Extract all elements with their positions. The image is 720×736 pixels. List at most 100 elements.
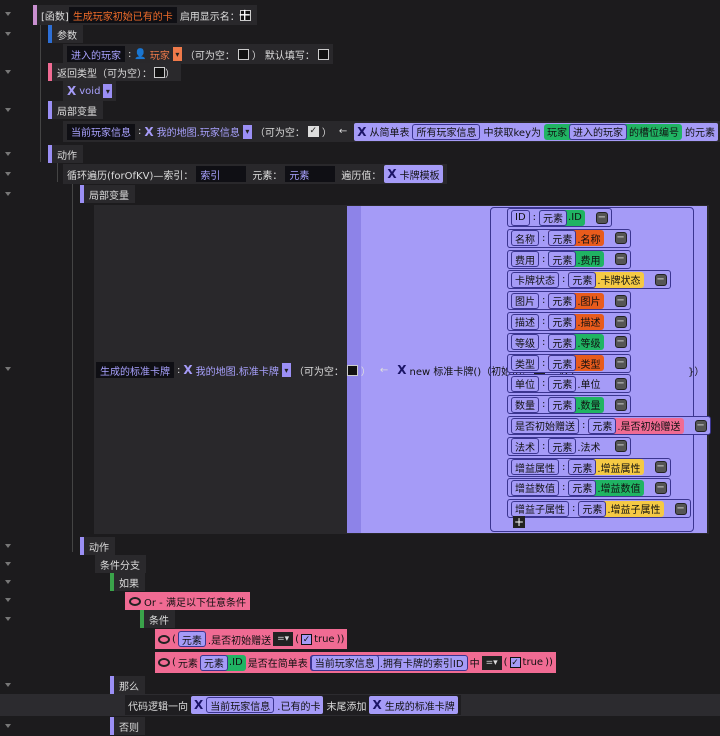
field-value[interactable]: 元素 .图片 — [548, 292, 604, 309]
remove-field-icon[interactable]: − — [614, 253, 627, 266]
collapse-icon[interactable] — [5, 108, 11, 112]
remove-field-icon[interactable]: − — [614, 357, 627, 370]
collapse-icon[interactable] — [5, 544, 11, 548]
obj-ref[interactable]: 元素 — [539, 209, 568, 226]
field-value[interactable]: 元素 .名称 — [548, 230, 604, 247]
remove-field-icon[interactable]: − — [614, 232, 627, 245]
true-checkbox[interactable]: ✓ — [509, 657, 521, 668]
elem-input[interactable]: 元素 — [285, 166, 336, 182]
field-value[interactable]: 元素 .描述 — [548, 313, 604, 330]
field-key[interactable]: 名称 — [511, 230, 539, 247]
obj-ref[interactable]: 元素 — [548, 313, 577, 330]
field-key[interactable]: 图片 — [511, 292, 539, 309]
remove-field-icon[interactable]: − — [614, 440, 627, 453]
collapse-icon[interactable] — [5, 12, 11, 16]
table-get-expr[interactable]: X 从简单表 所有玩家信息 中获取key为 玩家 进入的玩家 的槽位编号 的元素 — [354, 122, 718, 141]
params-section[interactable]: 参数 — [48, 25, 83, 43]
field-value[interactable]: 元素 .类型 — [548, 355, 604, 372]
chevron-down-icon[interactable]: ▾ — [281, 363, 291, 377]
chevron-down-icon[interactable]: ▾ — [242, 124, 252, 139]
default-checkbox[interactable] — [317, 48, 329, 60]
param-name[interactable]: 进入的玩家 — [67, 46, 125, 62]
field-key[interactable]: ID — [511, 209, 530, 226]
obj-ref[interactable]: 元素 — [548, 438, 577, 455]
field-value[interactable]: 元素 .是否初始赠送 — [588, 417, 684, 434]
eye-icon[interactable] — [129, 596, 141, 606]
remove-field-icon[interactable]: − — [614, 398, 627, 411]
else-section[interactable]: 否则 — [110, 717, 145, 735]
field-value[interactable]: 元素 .单位 — [548, 375, 604, 392]
collapse-icon[interactable] — [5, 367, 11, 371]
add-button[interactable]: + — [238, 5, 251, 24]
nullable-checkbox[interactable]: ✓ — [307, 126, 319, 137]
append-statement[interactable]: 代码逻辑一向 X 当前玩家信息 .已有的卡 末尾添加 X 生成的标准卡牌 — [125, 695, 461, 715]
remove-field-icon[interactable]: − — [654, 461, 667, 474]
loop-locals-section[interactable]: 局部变量 — [80, 185, 135, 203]
obj-ref[interactable]: 元素 — [548, 375, 577, 392]
obj-ref[interactable]: 元素 — [548, 292, 577, 309]
function-name[interactable]: 生成玩家初始已有的卡 — [68, 7, 177, 23]
remove-field-icon[interactable]: − — [614, 294, 627, 307]
obj-ref[interactable]: 当前玩家信息 — [206, 697, 275, 713]
field-value[interactable]: 元素 .卡牌状态 — [568, 271, 644, 288]
operator-select[interactable]: =▾ — [273, 632, 294, 646]
obj-ref[interactable]: 元素 — [568, 271, 597, 288]
eye-icon[interactable] — [158, 658, 170, 667]
collapse-icon[interactable] — [5, 580, 11, 584]
var-name[interactable]: 生成的标准卡牌 — [96, 362, 174, 378]
item-ref[interactable]: 生成的标准卡牌 — [385, 698, 455, 713]
field-key[interactable]: 增益属性 — [511, 459, 559, 476]
add-field-button[interactable]: + — [513, 515, 525, 529]
obj-ref[interactable]: 元素 — [548, 334, 577, 351]
if-section[interactable]: 如果 — [110, 573, 145, 591]
collapse-icon[interactable] — [5, 152, 11, 156]
nullable-checkbox[interactable] — [346, 364, 358, 376]
field-value[interactable]: 元素 .法术 — [548, 438, 604, 455]
table-ref[interactable]: 所有玩家信息 — [412, 123, 481, 140]
field-key[interactable]: 费用 — [511, 251, 539, 268]
field-key[interactable]: 法术 — [511, 438, 539, 455]
remove-field-icon[interactable]: − — [654, 481, 667, 494]
collapse-icon[interactable] — [5, 70, 11, 74]
field-key[interactable]: 类型 — [511, 355, 539, 372]
remove-field-icon[interactable]: − — [654, 273, 667, 286]
field-key[interactable]: 是否初始赠送 — [511, 417, 579, 434]
return-nullable-checkbox[interactable] — [154, 66, 165, 78]
field-value[interactable]: 元素 .ID — [539, 209, 585, 226]
operator-select[interactable]: =▾ — [481, 655, 502, 670]
player-var[interactable]: 进入的玩家 — [569, 123, 627, 140]
obj-ref[interactable]: 元素 — [177, 631, 206, 647]
remove-field-icon[interactable]: − — [694, 419, 707, 432]
remove-field-icon[interactable]: − — [614, 336, 627, 349]
field-key[interactable]: 等级 — [511, 334, 539, 351]
field-value[interactable]: 元素 .费用 — [548, 251, 604, 268]
condition-1[interactable]: ( 元素 .是否初始赠送 =▾ (✓ true)) — [155, 629, 348, 649]
obj-ref[interactable]: 元素 — [548, 396, 577, 413]
collapse-icon[interactable] — [5, 562, 11, 566]
collapse-icon[interactable] — [5, 32, 11, 36]
field-key[interactable]: 单位 — [511, 375, 539, 392]
obj-ref[interactable]: 元素 — [568, 459, 597, 476]
field-value[interactable]: 元素 .等级 — [548, 334, 604, 351]
collapse-icon[interactable] — [5, 598, 11, 602]
condition-2[interactable]: ( 元素 元素 .ID 是否在简单表 当前玩家信息 .拥有卡牌的索引ID 中 =▾ … — [155, 652, 556, 673]
locals-section[interactable]: 局部变量 — [48, 101, 103, 119]
iter-value[interactable]: 卡牌模板 — [400, 167, 440, 182]
inner-actions-section[interactable]: 动作 — [80, 537, 115, 555]
actions-section[interactable]: 动作 — [48, 145, 83, 163]
var-name[interactable]: 当前玩家信息 — [67, 123, 135, 140]
nullable-checkbox[interactable] — [237, 48, 249, 60]
field-value[interactable]: 元素 .增益子属性 — [578, 500, 664, 517]
branch-block[interactable]: 条件分支 — [95, 555, 146, 573]
eye-icon[interactable] — [158, 634, 170, 644]
then-section[interactable]: 那么 — [110, 676, 145, 694]
true-checkbox[interactable]: ✓ — [301, 633, 313, 645]
collapse-icon[interactable] — [5, 192, 11, 196]
obj-ref[interactable]: 元素 — [199, 654, 228, 671]
conditions-section[interactable]: 条件 — [140, 610, 175, 628]
collapse-icon[interactable] — [5, 683, 11, 687]
remove-field-icon[interactable]: − — [614, 377, 627, 390]
collapse-icon[interactable] — [5, 617, 11, 621]
collapse-icon[interactable] — [5, 172, 11, 176]
field-key[interactable]: 数量 — [511, 396, 539, 413]
